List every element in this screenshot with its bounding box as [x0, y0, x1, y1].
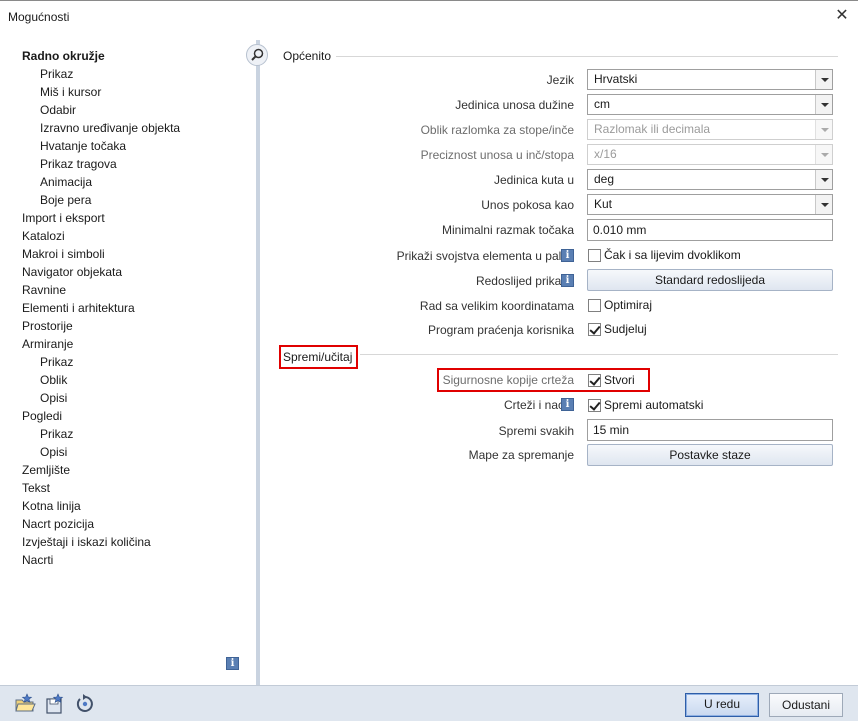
tree-item[interactable]: Opisi [40, 389, 67, 407]
search-button[interactable] [246, 44, 268, 66]
user-tracking-checkbox[interactable] [588, 323, 601, 336]
show-properties-label: Prikaži svojstva elementa u paleti [397, 245, 574, 267]
window-title: Mogućnosti [8, 10, 70, 24]
angle-unit-value: deg [594, 172, 615, 186]
fraction-format-select: Razlomak ili decimala [587, 119, 833, 140]
tree-item[interactable]: Makroi i simboli [22, 245, 105, 263]
info-icon[interactable]: i [226, 657, 239, 670]
drawings-checkbox-label[interactable]: Spremi automatski [604, 396, 703, 414]
tree-item[interactable]: Pogledi [22, 407, 62, 425]
large-coords-checkbox-label[interactable]: Optimiraj [604, 296, 652, 314]
length-unit-select[interactable]: cm [587, 94, 833, 115]
tree-item[interactable]: Katalozi [22, 227, 65, 245]
chevron-down-icon [815, 145, 832, 164]
user-tracking-checkbox-label[interactable]: Sudjeluj [604, 320, 647, 338]
cancel-button[interactable]: Odustani [769, 693, 843, 717]
length-unit-label: Jedinica unosa dužine [455, 98, 574, 112]
search-icon [251, 48, 264, 61]
tree-item[interactable]: Nacrt pozicija [22, 515, 94, 533]
user-tracking-label: Program praćenja korisnika [427, 323, 574, 337]
show-properties-checkbox[interactable] [588, 249, 601, 262]
tree-item[interactable]: Kotna linija [22, 497, 81, 515]
inch-precision-label: Preciznost unosa u inč/stopa [420, 148, 574, 162]
inch-precision-select: x/16 [587, 144, 833, 165]
save-favorites-icon[interactable] [44, 693, 66, 715]
close-icon[interactable]: ✕ [832, 6, 852, 26]
open-favorites-icon[interactable] [14, 693, 36, 715]
tree-item[interactable]: Import i eksport [22, 209, 105, 227]
section-divider [336, 56, 838, 57]
tree-item[interactable]: Izvještaji i iskazi količina [22, 533, 151, 551]
inch-precision-value: x/16 [594, 147, 617, 161]
panel-splitter[interactable] [256, 40, 260, 685]
tree-item[interactable]: Nacrti [22, 551, 53, 569]
length-unit-value: cm [594, 97, 610, 111]
tree-item[interactable]: Radno okružje [22, 47, 105, 65]
save-every-input[interactable]: 15 min [587, 419, 833, 441]
language-value: Hrvatski [594, 72, 638, 86]
slope-input-label: Unos pokosa kao [481, 198, 574, 212]
title-bar: Mogućnosti ✕ [0, 0, 858, 32]
backups-label: Sigurnosne kopije crteža [442, 373, 574, 387]
tree-item[interactable]: Hvatanje točaka [40, 137, 126, 155]
show-properties-checkbox-label[interactable]: Čak i sa lijevim dvoklikom [604, 246, 741, 264]
display-order-label: Redoslijed prikaza [475, 274, 574, 288]
large-coords-label: Rad sa velikim koordinatama [419, 299, 574, 313]
tree-item[interactable]: Prikaz tragova [40, 155, 117, 173]
language-label: Jezik [546, 73, 574, 87]
info-icon[interactable]: i [561, 274, 574, 287]
tree-item[interactable]: Odabir [40, 101, 76, 119]
chevron-down-icon[interactable] [815, 195, 832, 214]
tree-item[interactable]: Zemljište [22, 461, 70, 479]
ok-button[interactable]: U redu [685, 693, 759, 717]
tree-item[interactable]: Prostorije [22, 317, 73, 335]
tree-item[interactable]: Ravnine [22, 281, 66, 299]
fraction-format-value: Razlomak ili decimala [594, 122, 711, 136]
chevron-down-icon [815, 120, 832, 139]
display-order-button[interactable]: Standard redoslijeda [587, 269, 833, 291]
language-select[interactable]: Hrvatski [587, 69, 833, 90]
save-folders-button[interactable]: Postavke staze [587, 444, 833, 466]
tree-item[interactable]: Armiranje [22, 335, 73, 353]
tree-item[interactable]: Miš i kursor [40, 83, 101, 101]
tree-item[interactable]: Opisi [40, 443, 67, 461]
save-folders-label: Mape za spremanje [468, 448, 574, 462]
backups-checkbox[interactable] [588, 374, 601, 387]
tree-item[interactable]: Izravno uređivanje objekta [40, 119, 180, 137]
chevron-down-icon[interactable] [815, 95, 832, 114]
slope-input-select[interactable]: Kut [587, 194, 833, 215]
chevron-down-icon[interactable] [815, 170, 832, 189]
min-point-distance-label: Minimalni razmak točaka [441, 223, 574, 237]
tree-item[interactable]: Animacija [40, 173, 92, 191]
fraction-format-label: Oblik razlomka za stope/inče [420, 123, 574, 137]
tree-item[interactable]: Elementi i arhitektura [22, 299, 135, 317]
tree-item[interactable]: Prikaz [40, 353, 73, 371]
info-icon[interactable]: i [561, 249, 574, 262]
reset-icon[interactable] [74, 693, 96, 715]
backups-checkbox-label[interactable]: Stvori [604, 371, 635, 389]
chevron-down-icon[interactable] [815, 70, 832, 89]
angle-unit-select[interactable]: deg [587, 169, 833, 190]
section-save-load-heading: Spremi/učitaj [283, 350, 353, 364]
angle-unit-label: Jedinica kuta u [493, 173, 574, 187]
min-point-distance-input[interactable]: 0.010 mm [587, 219, 833, 241]
tree-item[interactable]: Oblik [40, 371, 67, 389]
section-general-heading: Općenito [283, 49, 332, 63]
large-coords-checkbox[interactable] [588, 299, 601, 312]
drawings-checkbox[interactable] [588, 399, 601, 412]
tree-item[interactable]: Prikaz [40, 425, 73, 443]
slope-input-value: Kut [594, 197, 613, 211]
tree-item[interactable]: Boje pera [40, 191, 91, 209]
save-every-label: Spremi svakih [498, 424, 574, 438]
tree-item[interactable]: Navigator objekata [22, 263, 122, 281]
options-tree: Radno okružje Prikaz Miš i kursor Odabir Izr… [0, 32, 256, 685]
show-properties-text: Prikaži svojstva elementa u paleti [396, 249, 574, 263]
tree-item[interactable]: Tekst [22, 479, 50, 497]
tree-item[interactable]: Prikaz [40, 65, 73, 83]
section-divider [360, 354, 838, 355]
info-icon[interactable]: i [561, 398, 574, 411]
